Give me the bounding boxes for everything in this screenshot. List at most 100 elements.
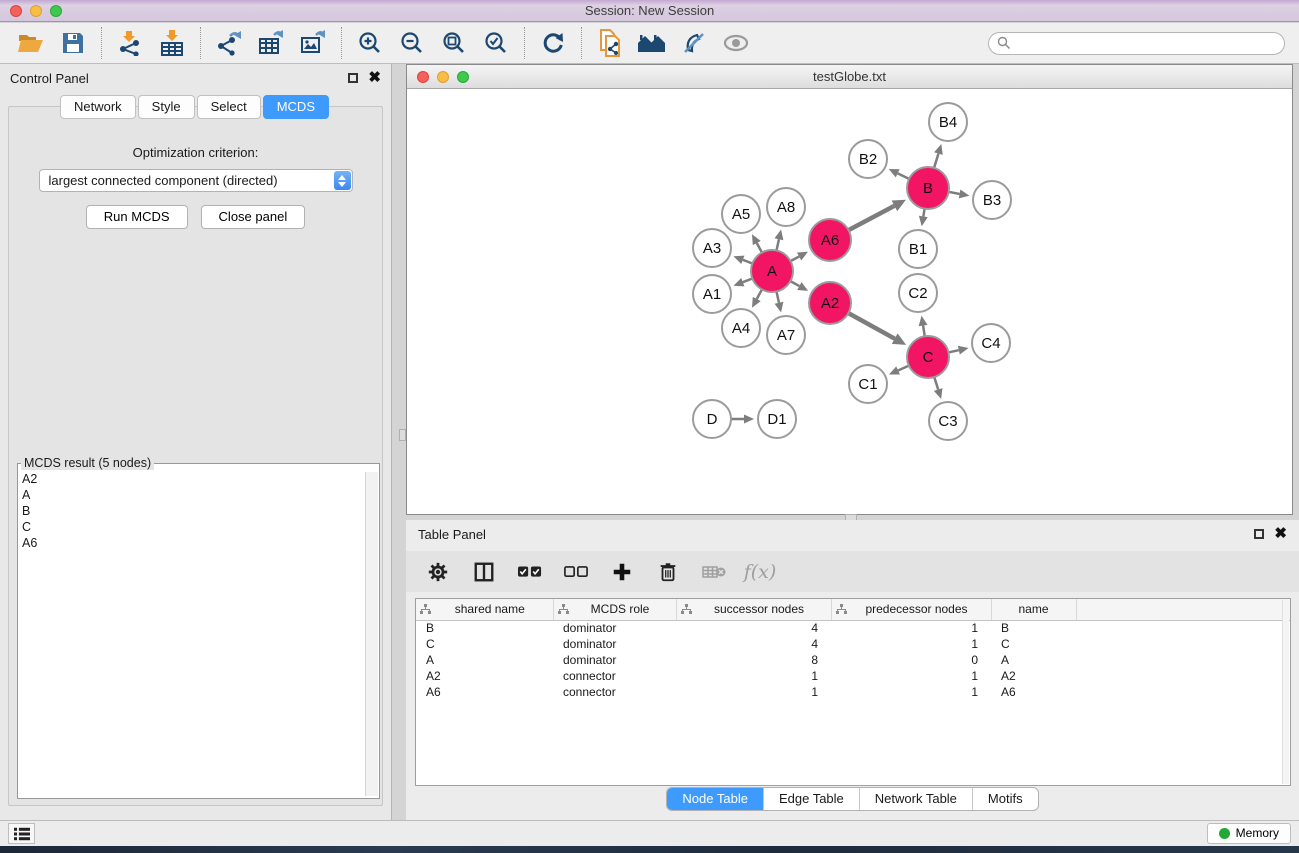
graph-edge[interactable] bbox=[923, 209, 924, 217]
tab-select[interactable]: Select bbox=[197, 95, 261, 119]
tab-network-table[interactable]: Network Table bbox=[860, 788, 973, 810]
column-header[interactable]: successor nodes bbox=[676, 599, 831, 620]
table-row[interactable]: Adominator80A bbox=[416, 652, 1290, 668]
refresh-icon[interactable] bbox=[532, 26, 574, 60]
table-cell[interactable]: 1 bbox=[831, 636, 991, 652]
task-history-button[interactable] bbox=[8, 823, 35, 844]
table-row[interactable]: A6connector11A6 bbox=[416, 684, 1290, 700]
graph-edge[interactable] bbox=[934, 154, 938, 168]
zoom-network-button[interactable] bbox=[457, 71, 469, 83]
show-hide-icon[interactable] bbox=[715, 26, 757, 60]
column-header[interactable]: shared name bbox=[416, 599, 553, 620]
result-item[interactable]: B bbox=[22, 503, 379, 519]
zoom-in-icon[interactable] bbox=[349, 26, 391, 60]
graphics-details-icon[interactable] bbox=[673, 26, 715, 60]
table-scrollbar[interactable] bbox=[1282, 600, 1289, 784]
table-row[interactable]: A2connector11A2 bbox=[416, 668, 1290, 684]
export-network-icon[interactable] bbox=[208, 26, 250, 60]
table-header-row[interactable]: shared nameMCDS rolesuccessor nodesprede… bbox=[416, 599, 1290, 620]
tab-node-table[interactable]: Node Table bbox=[667, 788, 764, 810]
deselect-all-icon[interactable] bbox=[564, 560, 588, 584]
zoom-out-icon[interactable] bbox=[391, 26, 433, 60]
float-table-panel-icon[interactable] bbox=[1254, 529, 1264, 539]
table-cell[interactable]: B bbox=[991, 620, 1076, 636]
result-item[interactable]: A6 bbox=[22, 535, 379, 551]
tab-mcds[interactable]: MCDS bbox=[263, 95, 329, 119]
close-panel-button[interactable]: Close panel bbox=[201, 205, 306, 229]
zoom-fit-icon[interactable] bbox=[433, 26, 475, 60]
minimize-window-button[interactable] bbox=[30, 5, 42, 17]
graph-edge[interactable] bbox=[776, 292, 778, 303]
open-session-icon[interactable] bbox=[10, 26, 52, 60]
table-cell[interactable]: C bbox=[416, 636, 553, 652]
columns-icon[interactable] bbox=[472, 560, 496, 584]
table-cell[interactable]: 1 bbox=[831, 668, 991, 684]
table-cell[interactable]: dominator bbox=[553, 636, 676, 652]
graph-edge[interactable] bbox=[849, 206, 895, 230]
tab-style[interactable]: Style bbox=[138, 95, 195, 119]
close-window-button[interactable] bbox=[10, 5, 22, 17]
result-scrollbar[interactable] bbox=[365, 472, 378, 796]
float-panel-icon[interactable] bbox=[348, 73, 358, 83]
graph-edge[interactable] bbox=[790, 281, 799, 286]
graph-edge[interactable] bbox=[898, 366, 909, 371]
function-builder-icon[interactable]: f(x) bbox=[748, 560, 772, 584]
tab-edge-table[interactable]: Edge Table bbox=[764, 788, 860, 810]
select-all-icon[interactable] bbox=[518, 560, 542, 584]
table-cell[interactable]: 8 bbox=[676, 652, 831, 668]
export-table-icon[interactable] bbox=[250, 26, 292, 60]
tab-motifs[interactable]: Motifs bbox=[973, 788, 1038, 810]
delete-column-icon[interactable] bbox=[656, 560, 680, 584]
memory-button[interactable]: Memory bbox=[1207, 823, 1291, 844]
home-icon[interactable] bbox=[631, 26, 673, 60]
close-panel-icon[interactable]: ✖ bbox=[368, 73, 381, 83]
graph-edge[interactable] bbox=[948, 350, 958, 352]
table-cell[interactable]: connector bbox=[553, 668, 676, 684]
table-cell[interactable]: 1 bbox=[676, 668, 831, 684]
import-network-icon[interactable] bbox=[109, 26, 151, 60]
table-cell[interactable]: 4 bbox=[676, 636, 831, 652]
table-cell[interactable]: 1 bbox=[831, 684, 991, 700]
graph-edge[interactable] bbox=[923, 326, 925, 337]
column-header[interactable]: predecessor nodes bbox=[831, 599, 991, 620]
table-cell[interactable]: B bbox=[416, 620, 553, 636]
table-row[interactable]: Bdominator41B bbox=[416, 620, 1290, 636]
result-item[interactable]: C bbox=[22, 519, 379, 535]
column-header[interactable]: MCDS role bbox=[553, 599, 676, 620]
result-item[interactable]: A bbox=[22, 487, 379, 503]
add-column-icon[interactable] bbox=[610, 560, 634, 584]
table-cell[interactable]: C bbox=[991, 636, 1076, 652]
search-input-container[interactable] bbox=[988, 32, 1285, 55]
graph-edge[interactable] bbox=[898, 173, 909, 179]
table-cell[interactable]: A6 bbox=[416, 684, 553, 700]
search-input[interactable] bbox=[1016, 36, 1276, 50]
run-mcds-button[interactable]: Run MCDS bbox=[86, 205, 188, 229]
graph-edge[interactable] bbox=[757, 243, 762, 253]
table-cell[interactable]: 1 bbox=[831, 620, 991, 636]
table-cell[interactable]: A bbox=[416, 652, 553, 668]
criterion-dropdown[interactable]: largest connected component (directed) bbox=[39, 169, 353, 192]
minimize-network-button[interactable] bbox=[437, 71, 449, 83]
import-table-icon[interactable] bbox=[151, 26, 193, 60]
table-cell[interactable]: dominator bbox=[553, 652, 676, 668]
graph-edge[interactable] bbox=[949, 192, 960, 194]
table-cell[interactable]: connector bbox=[553, 684, 676, 700]
delete-table-icon[interactable] bbox=[702, 560, 726, 584]
table-cell[interactable]: dominator bbox=[553, 620, 676, 636]
node-table[interactable]: shared nameMCDS rolesuccessor nodesprede… bbox=[415, 598, 1291, 786]
graph-edge[interactable] bbox=[757, 289, 762, 299]
close-table-panel-icon[interactable]: ✖ bbox=[1274, 529, 1287, 539]
close-network-button[interactable] bbox=[417, 71, 429, 83]
table-cell[interactable]: 1 bbox=[676, 684, 831, 700]
table-cell[interactable]: A6 bbox=[991, 684, 1076, 700]
table-cell[interactable]: 0 bbox=[831, 652, 991, 668]
zoom-window-button[interactable] bbox=[50, 5, 62, 17]
zoom-selected-icon[interactable] bbox=[475, 26, 517, 60]
vertical-splitter-handle[interactable] bbox=[399, 429, 406, 441]
graph-edge[interactable] bbox=[848, 313, 894, 339]
graph-edge[interactable] bbox=[791, 256, 800, 261]
network-graph[interactable]: B4B2BB3A5A8A6A3B1AA1C2A2A4A7CC4C1C3DD1 bbox=[407, 90, 1292, 514]
table-cell[interactable]: A bbox=[991, 652, 1076, 668]
graph-edge[interactable] bbox=[743, 260, 753, 264]
table-cell[interactable]: 4 bbox=[676, 620, 831, 636]
